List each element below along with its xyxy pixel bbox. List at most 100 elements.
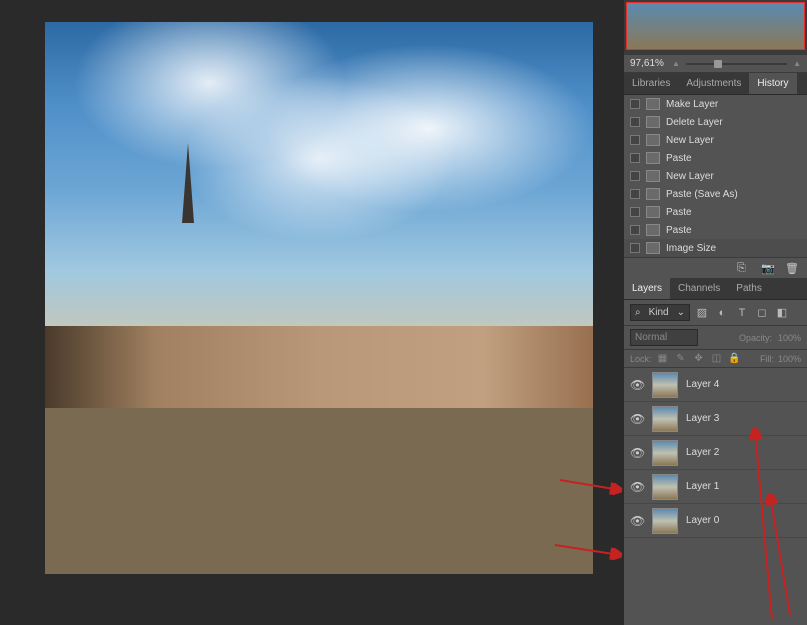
history-label: Image Size bbox=[666, 243, 716, 254]
lock-pixels-icon[interactable]: ✎ bbox=[674, 353, 688, 364]
filter-shape-icon[interactable]: ◻ bbox=[754, 306, 770, 320]
visibility-toggle-icon[interactable]: 👁 bbox=[630, 514, 644, 528]
filter-kind-label: Kind bbox=[649, 307, 669, 318]
layer-row[interactable]: 👁 Layer 4 bbox=[624, 368, 807, 402]
create-document-icon[interactable]: ⎘ bbox=[737, 262, 751, 274]
history-step-icon bbox=[646, 98, 660, 110]
lock-label: Lock: bbox=[630, 354, 652, 364]
trash-icon[interactable]: 🗑 bbox=[785, 262, 799, 274]
filter-smart-icon[interactable]: ◧ bbox=[774, 306, 790, 320]
opacity-value[interactable]: 100% bbox=[778, 333, 801, 343]
history-step-icon bbox=[646, 242, 660, 254]
history-snapshot-toggle[interactable] bbox=[630, 243, 640, 253]
layer-thumbnail[interactable] bbox=[652, 372, 678, 398]
history-item[interactable]: Paste (Save As) bbox=[624, 185, 807, 203]
snapshot-icon[interactable]: 📷 bbox=[761, 262, 775, 274]
history-item[interactable]: Delete Layer bbox=[624, 113, 807, 131]
layer-row[interactable]: 👁 Layer 0 bbox=[624, 504, 807, 538]
navigator-viewport-box[interactable] bbox=[626, 2, 805, 50]
tab-libraries[interactable]: Libraries bbox=[624, 73, 678, 94]
filter-kind-select[interactable]: ⌕ Kind ⌄ bbox=[630, 304, 690, 321]
history-step-icon bbox=[646, 170, 660, 182]
layer-name[interactable]: Layer 0 bbox=[686, 515, 719, 526]
layer-thumbnail[interactable] bbox=[652, 508, 678, 534]
visibility-toggle-icon[interactable]: 👁 bbox=[630, 378, 644, 392]
history-step-icon bbox=[646, 152, 660, 164]
history-label: Delete Layer bbox=[666, 117, 723, 128]
tab-layers[interactable]: Layers bbox=[624, 278, 670, 299]
zoom-out-icon[interactable]: ▲ bbox=[672, 59, 680, 68]
history-item[interactable]: New Layer bbox=[624, 167, 807, 185]
tab-adjustments[interactable]: Adjustments bbox=[678, 73, 749, 94]
history-item[interactable]: Make Layer bbox=[624, 95, 807, 113]
visibility-toggle-icon[interactable]: 👁 bbox=[630, 412, 644, 426]
navigator-zoom-bar: 97,61% ▲ ▲ bbox=[624, 55, 807, 73]
history-footer: ⎘ 📷 🗑 bbox=[624, 257, 807, 278]
layer-name[interactable]: Layer 4 bbox=[686, 379, 719, 390]
layer-row[interactable]: 👁 Layer 1 bbox=[624, 470, 807, 504]
tab-paths[interactable]: Paths bbox=[728, 278, 770, 299]
history-snapshot-toggle[interactable] bbox=[630, 225, 640, 235]
history-snapshot-toggle[interactable] bbox=[630, 189, 640, 199]
chevron-down-icon: ⌄ bbox=[677, 307, 685, 318]
history-snapshot-toggle[interactable] bbox=[630, 99, 640, 109]
layer-thumbnail[interactable] bbox=[652, 474, 678, 500]
zoom-in-icon[interactable]: ▲ bbox=[793, 59, 801, 68]
history-panel-tabs: Libraries Adjustments History bbox=[624, 73, 807, 95]
history-step-icon bbox=[646, 134, 660, 146]
fill-value[interactable]: 100% bbox=[778, 354, 801, 364]
history-snapshot-toggle[interactable] bbox=[630, 171, 640, 181]
tab-channels[interactable]: Channels bbox=[670, 278, 728, 299]
history-item[interactable]: Paste bbox=[624, 203, 807, 221]
history-step-icon bbox=[646, 224, 660, 236]
canvas-area[interactable] bbox=[0, 0, 624, 625]
layer-name[interactable]: Layer 3 bbox=[686, 413, 719, 424]
lock-transparency-icon[interactable]: ▦ bbox=[656, 353, 670, 364]
layer-row[interactable]: 👁 Layer 3 bbox=[624, 402, 807, 436]
history-snapshot-toggle[interactable] bbox=[630, 207, 640, 217]
tab-history[interactable]: History bbox=[749, 73, 796, 94]
navigator-thumbnail[interactable] bbox=[624, 0, 807, 55]
filter-adjustment-icon[interactable]: ◐ bbox=[714, 306, 730, 320]
history-item[interactable]: Image Size bbox=[624, 239, 807, 257]
layer-thumbnail[interactable] bbox=[652, 440, 678, 466]
history-label: New Layer bbox=[666, 171, 714, 182]
layer-filter-bar: ⌕ Kind ⌄ ▨ ◐ T ◻ ◧ bbox=[624, 300, 807, 326]
history-label: Paste bbox=[666, 153, 692, 164]
lock-position-icon[interactable]: ✥ bbox=[692, 353, 706, 364]
history-item[interactable]: New Layer bbox=[624, 131, 807, 149]
history-snapshot-toggle[interactable] bbox=[630, 153, 640, 163]
zoom-slider[interactable] bbox=[686, 63, 787, 65]
layer-row[interactable]: 👁 Layer 2 bbox=[624, 436, 807, 470]
history-snapshot-toggle[interactable] bbox=[630, 135, 640, 145]
layers-list: 👁 Layer 4 👁 Layer 3 👁 Layer 2 👁 Layer 1 … bbox=[624, 368, 807, 538]
search-icon: ⌕ bbox=[635, 307, 641, 318]
layer-thumbnail[interactable] bbox=[652, 406, 678, 432]
history-label: Paste bbox=[666, 207, 692, 218]
blend-mode-select[interactable]: Normal bbox=[630, 329, 698, 346]
history-snapshot-toggle[interactable] bbox=[630, 117, 640, 127]
blend-mode-row: Normal Opacity: 100% bbox=[624, 326, 807, 350]
history-step-icon bbox=[646, 188, 660, 200]
history-item[interactable]: Paste bbox=[624, 149, 807, 167]
zoom-slider-handle[interactable] bbox=[714, 60, 722, 68]
history-label: Paste (Save As) bbox=[666, 189, 738, 200]
history-label: New Layer bbox=[666, 135, 714, 146]
lock-row: Lock: ▦ ✎ ✥ ◫ 🔒 Fill: 100% bbox=[624, 350, 807, 368]
history-label: Make Layer bbox=[666, 99, 718, 110]
lock-all-icon[interactable]: 🔒 bbox=[728, 353, 742, 364]
layer-name[interactable]: Layer 1 bbox=[686, 481, 719, 492]
layers-panel-tabs: Layers Channels Paths bbox=[624, 278, 807, 300]
fill-label: Fill: bbox=[760, 354, 774, 364]
filter-pixel-icon[interactable]: ▨ bbox=[694, 306, 710, 320]
history-step-icon bbox=[646, 116, 660, 128]
opacity-label: Opacity: bbox=[739, 333, 772, 343]
filter-type-icon[interactable]: T bbox=[734, 306, 750, 320]
lock-artboard-icon[interactable]: ◫ bbox=[710, 353, 724, 364]
layer-name[interactable]: Layer 2 bbox=[686, 447, 719, 458]
zoom-value[interactable]: 97,61% bbox=[630, 58, 672, 69]
visibility-toggle-icon[interactable]: 👁 bbox=[630, 480, 644, 494]
document-canvas[interactable] bbox=[45, 22, 593, 574]
history-item[interactable]: Paste bbox=[624, 221, 807, 239]
visibility-toggle-icon[interactable]: 👁 bbox=[630, 446, 644, 460]
